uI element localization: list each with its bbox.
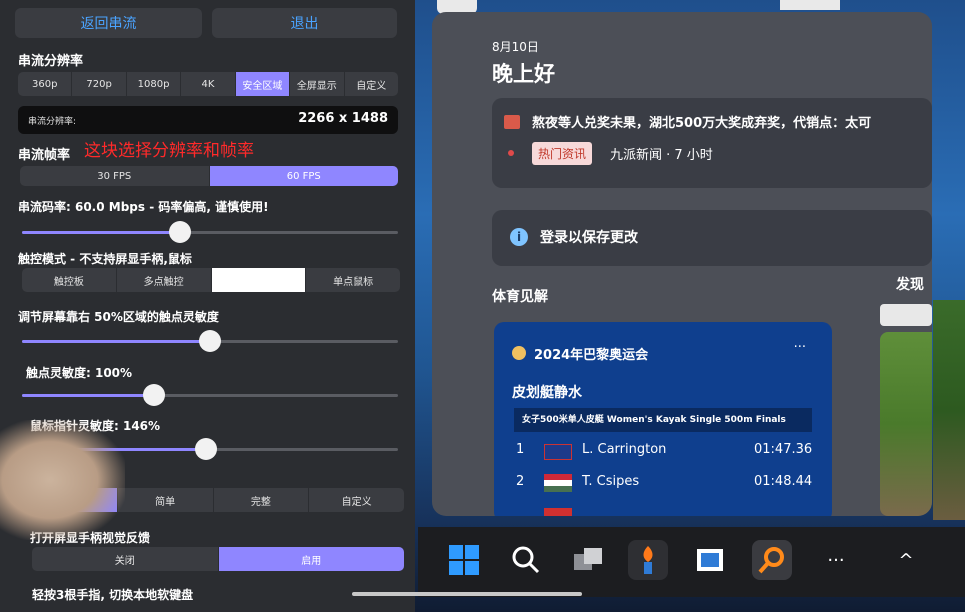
annotation-text: 这块选择分辨率和帧率: [84, 141, 254, 161]
touch-region-slider-fill: [22, 340, 210, 343]
widgets-board: 8月10日 晚上好 熬夜等人兑奖未果，湖北500万大奖成弃奖，代销点：太可 热门…: [432, 12, 932, 516]
magnifier-app-icon[interactable]: [752, 540, 792, 580]
discover-image[interactable]: [880, 332, 932, 516]
olympic-flame-icon: [512, 346, 526, 360]
touch-region-slider-knob[interactable]: [199, 330, 221, 352]
search-icon[interactable]: [506, 540, 546, 580]
touch-region-slider[interactable]: [22, 330, 398, 352]
news-icon: [504, 115, 520, 129]
touch-mode-touchpad[interactable]: 触控板: [22, 268, 117, 292]
news-dot-icon: [508, 150, 514, 156]
news-image-partial: [933, 300, 965, 520]
news-tag: 热门资讯: [532, 142, 593, 165]
chevron-up-icon[interactable]: ^: [886, 540, 926, 580]
home-indicator[interactable]: [352, 592, 582, 596]
news-headline[interactable]: 熬夜等人兑奖未果，湖北500万大奖成弃奖，代销点：太可: [532, 112, 871, 131]
resolution-option-720p[interactable]: 720p: [72, 72, 127, 96]
feedback-selector: 关闭 启用: [32, 547, 404, 571]
flag-partial-icon: [544, 508, 572, 516]
bitrate-text: 串流码率: 60.0 Mbps - 码率偏高, 谨慎使用!: [18, 200, 269, 214]
layout-option-custom[interactable]: 自定义: [309, 488, 404, 512]
result-rank: 1: [516, 442, 525, 457]
olympics-subtitle: 女子500米单人皮艇 Women's Kayak Single 500m Fin…: [514, 408, 812, 432]
touch-sensitivity-title: 触点灵敏度: 100%: [26, 366, 133, 380]
layout-option-full[interactable]: 完整: [214, 488, 310, 512]
news-card[interactable]: 熬夜等人兑奖未果，湖北500万大奖成弃奖，代销点：太可 热门资讯 九派新闻 · …: [492, 98, 932, 188]
discover-title: 发现: [896, 277, 924, 293]
bitrate-slider-fill: [22, 231, 180, 234]
olympics-title: 2024年巴黎奥运会: [534, 348, 649, 363]
touch-sensitivity-slider-fill: [22, 394, 154, 397]
sports-title: 体育见解: [492, 289, 548, 305]
task-view-icon[interactable]: [568, 540, 608, 580]
result-rank: 2: [516, 474, 525, 489]
bitrate-slider-knob[interactable]: [168, 221, 191, 243]
more-icon[interactable]: ···: [816, 540, 856, 580]
result-row-1: 1 L. Carrington 01:47.36: [516, 442, 812, 460]
taskbar: ··· ^: [418, 527, 965, 597]
result-name: L. Carrington: [582, 442, 667, 457]
resolution-option-fullscreen[interactable]: 全屏显示: [290, 72, 345, 96]
result-time: 01:48.44: [754, 474, 813, 489]
fps-option-30[interactable]: 30 FPS: [20, 166, 210, 186]
resolution-readout-label: 串流分辨率:: [28, 117, 77, 127]
flag-hungary-icon: [544, 474, 572, 492]
stream-settings-panel: 返回串流 退出 串流分辨率 360p 720p 1080p 4K 安全区域 全屏…: [0, 0, 415, 612]
resolution-option-safe-area[interactable]: 安全区域: [235, 72, 291, 96]
touch-mode-title: 触控模式 - 不支持屏显手柄,鼠标: [18, 252, 192, 266]
app-icon-partial: [780, 0, 840, 10]
feedback-option-on[interactable]: 启用: [218, 547, 404, 571]
fps-option-60[interactable]: 60 FPS: [209, 166, 398, 186]
touch-mode-single-mouse[interactable]: 单点鼠标: [306, 268, 400, 292]
discover-chip[interactable]: [880, 304, 932, 326]
gesture-title: 轻按3根手指, 切换本地软键盘: [32, 588, 194, 602]
touch-sensitivity-slider-knob[interactable]: [142, 384, 165, 406]
fps-title: 串流帧率: [18, 148, 71, 163]
store-icon[interactable]: [690, 540, 730, 580]
info-icon: i: [510, 228, 528, 246]
resolution-readout: 串流分辨率: 2266 x 1488: [18, 106, 398, 134]
olympics-card[interactable]: 2024年巴黎奥运会 ··· 皮划艇静水 女子500米单人皮艇 Women's …: [494, 322, 832, 516]
touch-mode-selected[interactable]: [211, 268, 307, 292]
resolution-readout-value: 2266 x 1488: [298, 111, 388, 126]
olympics-event: 皮划艇静水: [512, 385, 582, 401]
resolution-option-custom[interactable]: 自定义: [345, 72, 398, 96]
layout-option-simple[interactable]: 简单: [118, 488, 214, 512]
feedback-option-off[interactable]: 关闭: [32, 547, 219, 571]
mouse-sensitivity-slider-knob[interactable]: [195, 438, 218, 460]
login-card[interactable]: i 登录以保存更改: [492, 210, 932, 266]
resolution-option-1080p[interactable]: 1080p: [127, 72, 182, 96]
resolution-title: 串流分辨率: [18, 54, 84, 69]
touch-mode-selector: 触控板 多点触控 单点鼠标: [22, 268, 400, 292]
torch-app-icon[interactable]: [628, 540, 668, 580]
date-text: 8月10日: [492, 40, 539, 54]
flag-australia-icon: [544, 444, 572, 460]
finger-overlay: [0, 420, 125, 540]
resolution-option-4k[interactable]: 4K: [181, 72, 236, 96]
resolution-option-360p[interactable]: 360p: [18, 72, 73, 96]
more-options-icon[interactable]: ···: [794, 340, 806, 355]
windows-start-icon[interactable]: [444, 540, 484, 580]
touch-sensitivity-slider[interactable]: [22, 384, 398, 406]
back-to-stream-button[interactable]: 返回串流: [15, 8, 202, 38]
greeting-text: 晚上好: [492, 62, 555, 86]
news-source: 九派新闻 · 7 小时: [610, 148, 713, 163]
touch-mode-multitouch[interactable]: 多点触控: [117, 268, 212, 292]
result-time: 01:47.36: [754, 442, 813, 457]
login-text[interactable]: 登录以保存更改: [540, 227, 638, 247]
result-name: T. Csipes: [582, 474, 640, 489]
fps-selector: 30 FPS 60 FPS: [20, 166, 398, 186]
exit-button[interactable]: 退出: [212, 8, 397, 38]
resolution-selector: 360p 720p 1080p 4K 安全区域 全屏显示 自定义: [18, 72, 398, 96]
bitrate-slider[interactable]: [22, 221, 398, 243]
touch-region-title: 调节屏幕靠右 50%区域的触点灵敏度: [18, 310, 219, 324]
result-row-2: 2 T. Csipes 01:48.44: [516, 474, 812, 492]
